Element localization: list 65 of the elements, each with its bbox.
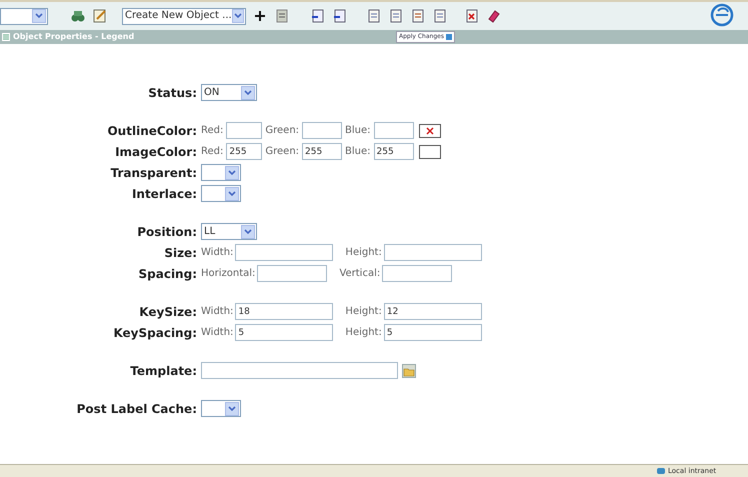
form-label: ImageColor: [115, 144, 197, 160]
form-label: Status: [148, 84, 197, 102]
select-field[interactable] [201, 164, 241, 181]
form-label: KeySpacing: [113, 324, 197, 342]
input-field[interactable]: 18 [235, 303, 334, 320]
color-swatch[interactable] [418, 144, 441, 158]
select-field[interactable]: LL [201, 223, 257, 240]
edit-icon[interactable] [92, 8, 108, 24]
network-icon [656, 467, 666, 475]
form-label: Interlace: [132, 186, 197, 202]
field-label: Width: [201, 305, 234, 319]
field-label: Red: [201, 124, 224, 138]
form-label: OutlineColor: [107, 122, 197, 140]
page-icon[interactable] [388, 8, 404, 24]
page-icon[interactable] [366, 8, 382, 24]
form-label: Post Label Cache: [76, 400, 197, 418]
list-icon [2, 33, 10, 41]
input-field[interactable] [382, 265, 452, 282]
input-field[interactable] [302, 122, 342, 139]
select-field[interactable] [0, 8, 48, 24]
field-label: Horizontal: [201, 267, 256, 281]
panel-title: Object Properties - Legend [13, 31, 136, 43]
field-label: Blue: [345, 124, 371, 138]
field-label: Height: [345, 326, 382, 340]
color-swatch[interactable] [418, 124, 441, 138]
eraser-icon[interactable] [486, 8, 502, 24]
select-field[interactable] [201, 185, 241, 202]
form-label: KeySize: [139, 304, 197, 320]
document-icon[interactable] [274, 8, 290, 24]
field-label: Height: [345, 246, 382, 260]
input-field[interactable] [235, 244, 334, 261]
form-label: Size: [164, 244, 197, 262]
select-field[interactable] [201, 400, 241, 417]
input-field[interactable]: 12 [384, 303, 482, 320]
field-label: Green: [265, 145, 300, 159]
field-label: Red: [201, 145, 224, 159]
page-icon[interactable] [410, 8, 426, 24]
page-icon[interactable] [432, 8, 448, 24]
input-field[interactable]: 5 [384, 324, 482, 341]
binoculars-icon[interactable] [70, 8, 86, 24]
field-label: Blue: [345, 145, 371, 159]
field-label: Vertical: [339, 267, 380, 281]
input-field[interactable] [384, 244, 482, 261]
input-field[interactable]: 5 [235, 324, 334, 341]
delete-icon[interactable] [464, 8, 480, 24]
select-field[interactable]: ON [201, 84, 257, 101]
field-label: Width: [201, 326, 234, 340]
plus-icon[interactable] [252, 8, 268, 24]
form-label: Transparent: [110, 164, 197, 182]
input-field[interactable] [201, 362, 398, 379]
form-label: Template: [130, 362, 197, 380]
form-label: Position: [137, 224, 197, 240]
input-field[interactable] [226, 122, 262, 139]
field-label: Green: [265, 124, 300, 138]
field-label: Width: [201, 246, 234, 260]
input-field[interactable]: 255 [302, 143, 342, 160]
field-label: Height: [345, 305, 382, 319]
select-field[interactable]: Create New Object ... [122, 8, 246, 24]
input-field[interactable]: 255 [374, 143, 414, 160]
input-field[interactable]: 255 [226, 143, 262, 160]
folder-icon[interactable] [402, 364, 416, 378]
input-field[interactable] [257, 265, 328, 282]
globe-logo-icon [710, 3, 734, 27]
form-label: Spacing: [138, 266, 197, 282]
input-field[interactable] [374, 122, 414, 139]
